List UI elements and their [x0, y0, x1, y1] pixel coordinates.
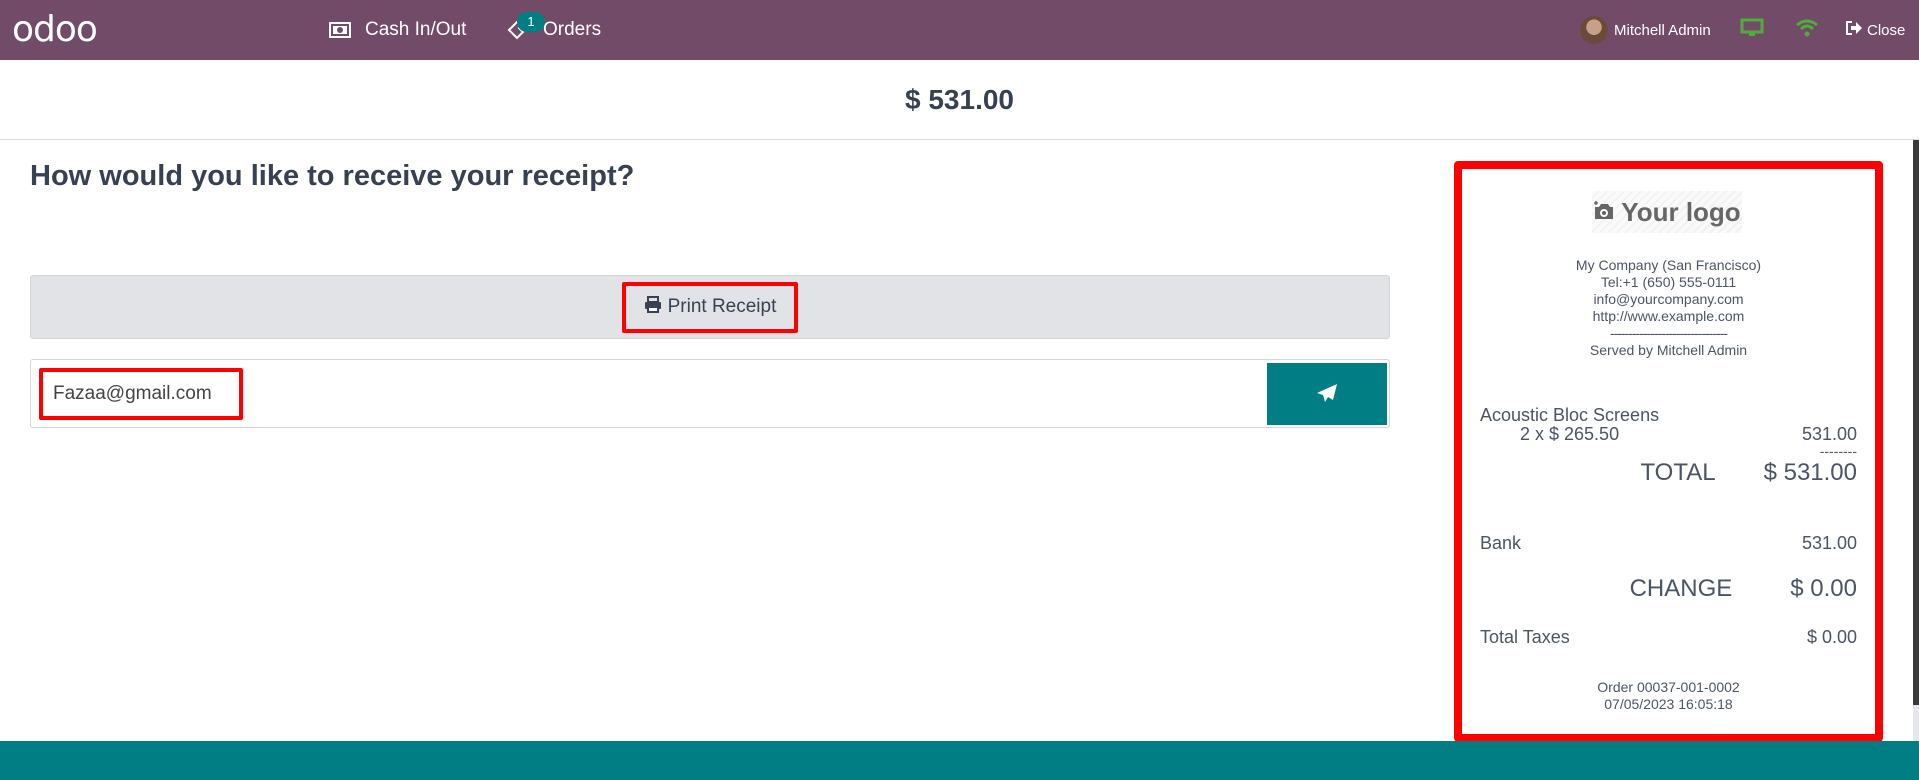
- wifi-icon: [1795, 18, 1819, 42]
- product-name: Acoustic Bloc Screens: [1480, 405, 1660, 425]
- order-reference: Order 00037-001-0002: [1597, 679, 1740, 695]
- camera-icon: [1593, 197, 1621, 228]
- send-email-button[interactable]: [1267, 363, 1387, 425]
- company-website: http://www.example.com: [1592, 308, 1745, 324]
- connection-status[interactable]: [1795, 0, 1819, 60]
- payment-amount: 531.00: [1801, 533, 1857, 553]
- print-receipt-button[interactable]: Print Receipt: [621, 281, 799, 333]
- served-by: Served by Mitchell Admin: [1589, 342, 1748, 358]
- change-row: CHANGE $ 0.00: [1480, 575, 1857, 603]
- payment-method: Bank: [1480, 533, 1522, 553]
- user-avatar: [1580, 16, 1608, 44]
- company-logo-placeholder: Your logo: [1592, 191, 1742, 233]
- order-footer: Order 00037-001-0002 07/05/2023 16:05:18: [1462, 679, 1875, 713]
- subtotal-separator: --------: [1819, 443, 1857, 459]
- close-label: Close: [1867, 21, 1906, 39]
- logo-text: Your logo: [1621, 196, 1741, 227]
- customer-display-button[interactable]: [1740, 0, 1764, 60]
- qty-price: 2 x $ 265.50: [1520, 424, 1620, 444]
- cash-in-out-label: Cash In/Out: [365, 19, 467, 40]
- footer-bar: [0, 741, 1919, 780]
- order-date: 07/05/2023 16:05:18: [1604, 696, 1733, 712]
- line-amount: 531.00: [1801, 424, 1857, 444]
- company-info: My Company (San Francisco) Tel:+1 (650) …: [1462, 257, 1875, 359]
- email-input[interactable]: [47, 376, 227, 412]
- sign-out-icon: [1845, 20, 1867, 40]
- orders-count-badge: 1: [517, 12, 545, 32]
- order-line-product: Acoustic Bloc Screens: [1480, 405, 1857, 426]
- money-bill-icon: [329, 22, 351, 38]
- orders-button[interactable]: 1 Orders: [507, 0, 601, 60]
- receipt-preview: Your logo My Company (San Francisco) Tel…: [1454, 161, 1883, 742]
- cash-in-out-button[interactable]: Cash In/Out: [329, 0, 466, 60]
- printer-icon: [644, 295, 668, 319]
- taxes-value: $ 0.00: [1806, 627, 1857, 647]
- taxes-label: Total Taxes: [1480, 627, 1570, 647]
- total-row: TOTAL $ 531.00: [1480, 459, 1857, 487]
- company-name: My Company (San Francisco): [1575, 257, 1762, 273]
- user-menu[interactable]: Mitchell Admin: [1580, 0, 1711, 60]
- separator: --------------------------------: [1609, 325, 1728, 341]
- receipt-question-heading: How would you like to receive your recei…: [30, 160, 635, 192]
- close-button[interactable]: Close: [1845, 0, 1905, 60]
- total-label: TOTAL: [1640, 459, 1716, 486]
- change-label: CHANGE: [1629, 575, 1733, 602]
- desktop-icon: [1740, 18, 1764, 42]
- user-name: Mitchell Admin: [1614, 21, 1711, 39]
- paper-plane-icon: [1316, 383, 1338, 406]
- top-navbar: odoo Cash In/Out 1 Orders Mitchell Admin…: [0, 0, 1919, 60]
- taxes-row: Total Taxes $ 0.00: [1480, 627, 1857, 648]
- payment-row: Bank 531.00: [1480, 533, 1857, 554]
- total-amount: $ 531.00: [0, 60, 1919, 140]
- order-line-detail: 2 x $ 265.50 531.00: [1480, 424, 1857, 445]
- email-receipt-row: [30, 359, 1390, 428]
- scrollbar-thumb[interactable]: [1913, 140, 1919, 705]
- email-highlight: [39, 368, 243, 420]
- print-receipt-bar[interactable]: Print Receipt: [30, 275, 1390, 339]
- subtotal-separator-row: --------: [1480, 443, 1857, 459]
- company-tel: Tel:+1 (650) 555-0111: [1600, 274, 1737, 290]
- change-value: $ 0.00: [1790, 575, 1857, 602]
- orders-label: Orders: [543, 19, 602, 40]
- odoo-logo: odoo: [12, 9, 98, 50]
- print-receipt-label: Print Receipt: [667, 296, 777, 317]
- total-value: $ 531.00: [1763, 459, 1857, 486]
- company-email: info@yourcompany.com: [1593, 291, 1744, 307]
